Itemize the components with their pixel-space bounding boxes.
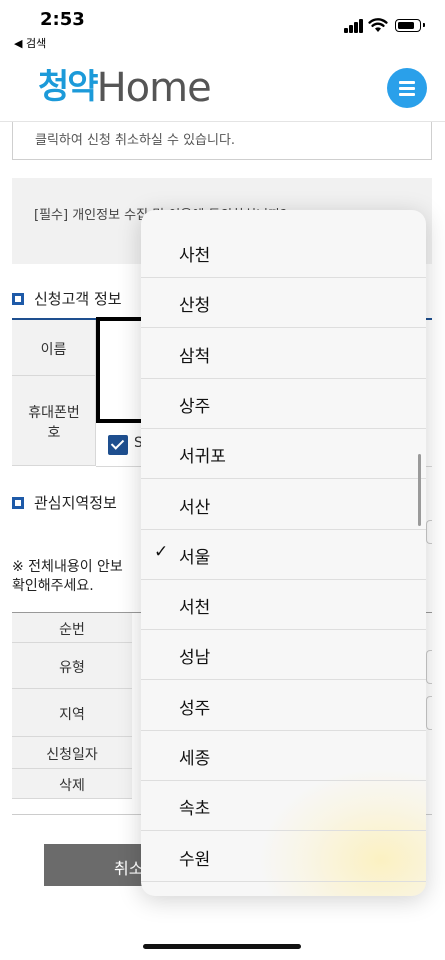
- name-label-cell: 이름: [12, 320, 96, 376]
- picker-option[interactable]: 속초: [141, 781, 426, 832]
- region-label-cell: 지역: [12, 689, 132, 737]
- picker-scrollbar[interactable]: [418, 454, 421, 526]
- delete-label-cell: 삭제: [12, 769, 132, 799]
- notice-line-2: 확인해주세요.: [12, 578, 94, 594]
- picker-option-label: 사천: [179, 246, 211, 266]
- seq-label-cell: 순번: [12, 613, 132, 643]
- picker-option[interactable]: 서산: [141, 480, 426, 530]
- picker-option[interactable]: 성남: [141, 630, 426, 681]
- picker-option-label: 서울: [179, 547, 211, 568]
- picker-option-label: 성남: [179, 648, 211, 669]
- type-select-edge[interactable]: [426, 650, 432, 684]
- logo-korean-text: 청약: [38, 67, 99, 107]
- date-label-cell: 신청일자: [12, 737, 132, 769]
- picker-option-label: 수원: [179, 849, 211, 870]
- picker-option-label: 성주: [179, 698, 211, 719]
- battery-icon: [395, 19, 425, 32]
- name-label: 이름: [40, 342, 67, 358]
- interest-region-heading: 관심지역정보: [12, 492, 117, 513]
- picker-option-label: 서천: [179, 598, 211, 619]
- picker-option[interactable]: 사천: [141, 228, 426, 278]
- sms-consent-checkbox[interactable]: [108, 435, 128, 455]
- checkmark-icon: ✓: [154, 541, 169, 562]
- picker-option[interactable]: 서천: [141, 580, 426, 631]
- customer-info-title: 신청고객 정보: [34, 290, 122, 308]
- back-to-search-link[interactable]: ◀ 검색: [14, 35, 46, 51]
- picker-option-label: 속초: [179, 799, 211, 820]
- cancel-note-text: 클릭하여 신청 취소하실 수 있습니다.: [35, 133, 236, 148]
- picker-option-label: 순창: [179, 895, 210, 896]
- hamburger-menu-icon[interactable]: [387, 68, 427, 108]
- picker-option-label: 서귀포: [179, 447, 226, 468]
- phone-label-cell: 휴대폰번호: [12, 376, 96, 466]
- region-field-edge[interactable]: [426, 696, 432, 730]
- section-square-icon: [12, 496, 24, 509]
- logo[interactable]: 청약 Home: [38, 62, 212, 111]
- region-select-edge[interactable]: [426, 520, 432, 544]
- picker-option-label: 서산: [179, 497, 211, 518]
- picker-option[interactable]: 세종: [141, 731, 426, 781]
- home-indicator: [143, 944, 301, 949]
- notice-line-1: ※ 전체내용이 안보: [12, 559, 123, 575]
- picker-option-label: 삼척: [179, 346, 211, 367]
- phone-label: 휴대폰번호: [28, 405, 80, 441]
- picker-option-label: 상주: [179, 396, 211, 417]
- picker-option[interactable]: 산청: [141, 278, 426, 329]
- region-label: 지역: [59, 707, 85, 723]
- cancel-button-label: 취소: [114, 859, 144, 878]
- section-square-icon: [12, 292, 24, 305]
- picker-option-label: 산청: [179, 296, 211, 317]
- type-label-cell: 유형: [12, 643, 132, 689]
- notice-text: ※ 전체내용이 안보 확인해주세요.: [12, 558, 123, 596]
- type-label: 유형: [59, 660, 85, 676]
- picker-option[interactable]: ✓ 서울: [141, 530, 426, 580]
- picker-option[interactable]: 성주: [141, 681, 426, 731]
- picker-option[interactable]: 순창: [141, 882, 426, 896]
- picker-option[interactable]: 서귀포: [141, 429, 426, 480]
- wifi-icon: [368, 18, 388, 32]
- status-time: 2:53: [40, 9, 85, 30]
- region-picker-popover[interactable]: 사천산청삼척상주서귀포서산 ✓ 서울서천성남성주세종속초수원순창: [141, 210, 426, 896]
- status-bar: 2:53 ◀ 검색: [0, 0, 445, 56]
- seq-label: 순번: [59, 622, 85, 638]
- customer-info-heading: 신청고객 정보: [12, 288, 122, 309]
- logo-english-text: Home: [96, 65, 212, 111]
- delete-label: 삭제: [59, 778, 85, 794]
- picker-option-label: 세종: [179, 749, 211, 769]
- interest-region-title: 관심지역정보: [34, 494, 117, 512]
- date-label: 신청일자: [46, 747, 98, 763]
- picker-option[interactable]: 상주: [141, 379, 426, 429]
- picker-option[interactable]: 수원: [141, 832, 426, 882]
- cellular-signal-icon: [344, 19, 364, 33]
- picker-option[interactable]: 삼척: [141, 329, 426, 379]
- cancel-note-box: 클릭하여 신청 취소하실 수 있습니다.: [12, 122, 432, 160]
- site-header: 청약 Home: [0, 56, 445, 122]
